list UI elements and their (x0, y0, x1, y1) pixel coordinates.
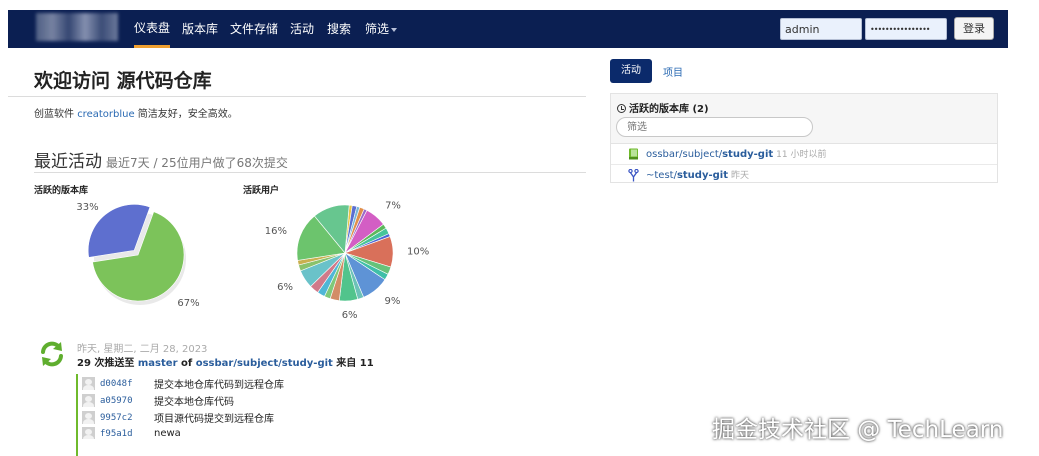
nav-repositories[interactable]: 版本库 (182, 10, 218, 48)
recent-activity-summary: 最近7天 / 25位用户做了68次提交 (106, 156, 288, 170)
repo-name: study-git (676, 170, 728, 181)
pie-slice-label: 16% (265, 226, 287, 237)
pie-slice-label: 6% (277, 282, 293, 293)
pie-slice-label: 33% (76, 202, 98, 213)
avatar (82, 427, 95, 439)
repo-book-icon (629, 148, 638, 160)
avatar (82, 394, 95, 407)
panel-title-text: 活跃的版本库 (2) (629, 104, 709, 115)
repo-time: 11 小时以前 (776, 150, 827, 160)
nav-file-storage[interactable]: 文件存储 (230, 10, 278, 48)
pie-slice-label: 7% (385, 201, 401, 212)
password-input[interactable] (865, 18, 947, 40)
commit-message: newa (154, 428, 181, 439)
commit-list-bar (76, 374, 78, 456)
login-button[interactable]: 登录 (954, 17, 994, 40)
tab-activity[interactable]: 活动 (610, 59, 652, 83)
commit-sha-link[interactable]: f95a1d (100, 429, 154, 439)
active-users-pie-chart: 7% 10% 9% 6% 6% 16% (265, 201, 429, 321)
event-repo-link[interactable]: ossbar/subject/study-git (196, 358, 333, 369)
repo-entry: ~test/study-git 昨天 (646, 168, 749, 181)
pie-slice-label: 10% (407, 246, 429, 257)
repo-time: 昨天 (731, 171, 750, 181)
nav-activity[interactable]: 活动 (290, 10, 314, 48)
subtitle-suffix: 简洁友好，安全高效。 (134, 109, 238, 120)
repo-list-item[interactable]: ossbar/subject/study-git 11 小时以前 (611, 144, 997, 164)
page-subtitle: 创蓝软件 creatorblue 简洁友好，安全高效。 (34, 105, 238, 120)
repo-link[interactable]: ossbar/subject/study-git (646, 149, 773, 160)
push-sync-icon (41, 341, 63, 367)
commit-sha-link[interactable]: a05970 (100, 396, 154, 406)
event-of: of (177, 358, 196, 369)
subtitle-prefix: 创蓝软件 (34, 109, 78, 120)
creatorblue-link[interactable]: creatorblue (77, 109, 134, 120)
recent-activity-heading: 最近活动 最近7天 / 25位用户做了68次提交 (34, 147, 288, 172)
repo-path: ~test/ (646, 170, 677, 181)
commit-sha-link[interactable]: d0048f (100, 379, 154, 389)
pie-slice-label: 9% (384, 296, 400, 307)
avatar (82, 411, 95, 424)
section-divider (34, 172, 586, 173)
commit-sha-link[interactable]: 9957c2 (100, 413, 154, 423)
commit-row: 9957c2 项目源代码提交到远程仓库 (82, 410, 274, 426)
commit-message: 提交本地仓库代码到远程仓库 (154, 380, 284, 391)
repo-filter-input[interactable] (616, 117, 813, 137)
username-input[interactable] (780, 18, 862, 40)
repo-list-item[interactable]: ~test/study-git 昨天 (611, 164, 997, 184)
nav-dashboard[interactable]: 仪表盘 (134, 10, 171, 48)
branch-link[interactable]: master (138, 358, 178, 369)
commit-row: d0048f 提交本地仓库代码到远程仓库 (82, 376, 284, 392)
caret-down-icon (391, 27, 398, 32)
tab-projects[interactable]: 项目 (663, 64, 683, 79)
title-divider (8, 96, 586, 97)
top-navbar: 仪表盘 版本库 文件存储 活动 搜索 筛选 登录 (8, 10, 1008, 48)
recent-activity-title: 最近活动 (34, 152, 102, 172)
event-date: 昨天, 星期二, 二月 28, 2023 (77, 344, 208, 355)
avatar (82, 377, 95, 390)
pie-slice-label: 6% (342, 310, 358, 321)
repo-link[interactable]: ~test/study-git (646, 170, 728, 181)
page-title: 欢迎访问 源代码仓库 (34, 70, 212, 92)
repo-path: ossbar/subject/ (646, 149, 723, 160)
nav-search[interactable]: 搜索 (327, 10, 351, 48)
repo-name: study-git (722, 149, 774, 160)
nav-filter-dropdown[interactable]: 筛选 (365, 10, 398, 48)
panel-title: 活跃的版本库 (2) (617, 100, 709, 115)
event-count: 29 次推送至 (77, 358, 138, 369)
commit-row: a05970 提交本地仓库代码 (82, 393, 234, 409)
nav-filter-label: 筛选 (365, 22, 390, 36)
fork-icon (628, 169, 639, 182)
commit-message: 提交本地仓库代码 (154, 397, 234, 408)
brand-logo[interactable] (36, 13, 118, 41)
clock-icon (617, 104, 626, 113)
active-repos-panel: 活跃的版本库 (2) ossbar/subject/study-git11 小时… (610, 93, 998, 183)
panel-header: 活跃的版本库 (2) (611, 94, 997, 144)
commit-message: 项目源代码提交到远程仓库 (154, 414, 274, 425)
event-summary: 29 次推送至 master of ossbar/subject/study-g… (77, 354, 374, 369)
pie-slice-label: 67% (177, 298, 199, 309)
event-from: 来自 11 (332, 358, 374, 369)
repo-entry: ossbar/subject/study-git 11 小时以前 (646, 147, 826, 160)
watermark: 掘金技术社区 @ TechLearn (712, 417, 1004, 443)
commit-row: f95a1d newa (82, 427, 181, 439)
active-repos-pie-chart: 67% 33% (76, 202, 199, 309)
